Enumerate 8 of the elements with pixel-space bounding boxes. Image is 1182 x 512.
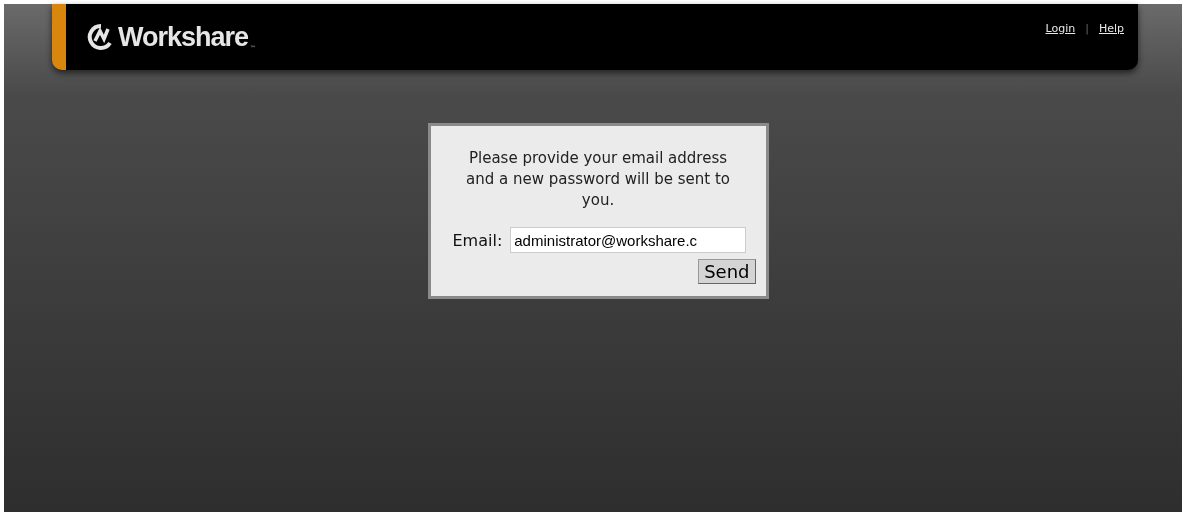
- logo-text: Workshare: [118, 21, 249, 53]
- email-label: Email:: [452, 230, 503, 250]
- header-link[interactable]: Login: [1045, 22, 1076, 35]
- instruction-text: Please provide your email address and a new password will be sent to you.: [465, 148, 731, 211]
- link-separator: |: [1085, 22, 1089, 35]
- header-link[interactable]: Help: [1098, 22, 1124, 35]
- email-field[interactable]: administrator@workshare.c: [510, 227, 747, 253]
- send-button[interactable]: Send: [698, 259, 756, 284]
